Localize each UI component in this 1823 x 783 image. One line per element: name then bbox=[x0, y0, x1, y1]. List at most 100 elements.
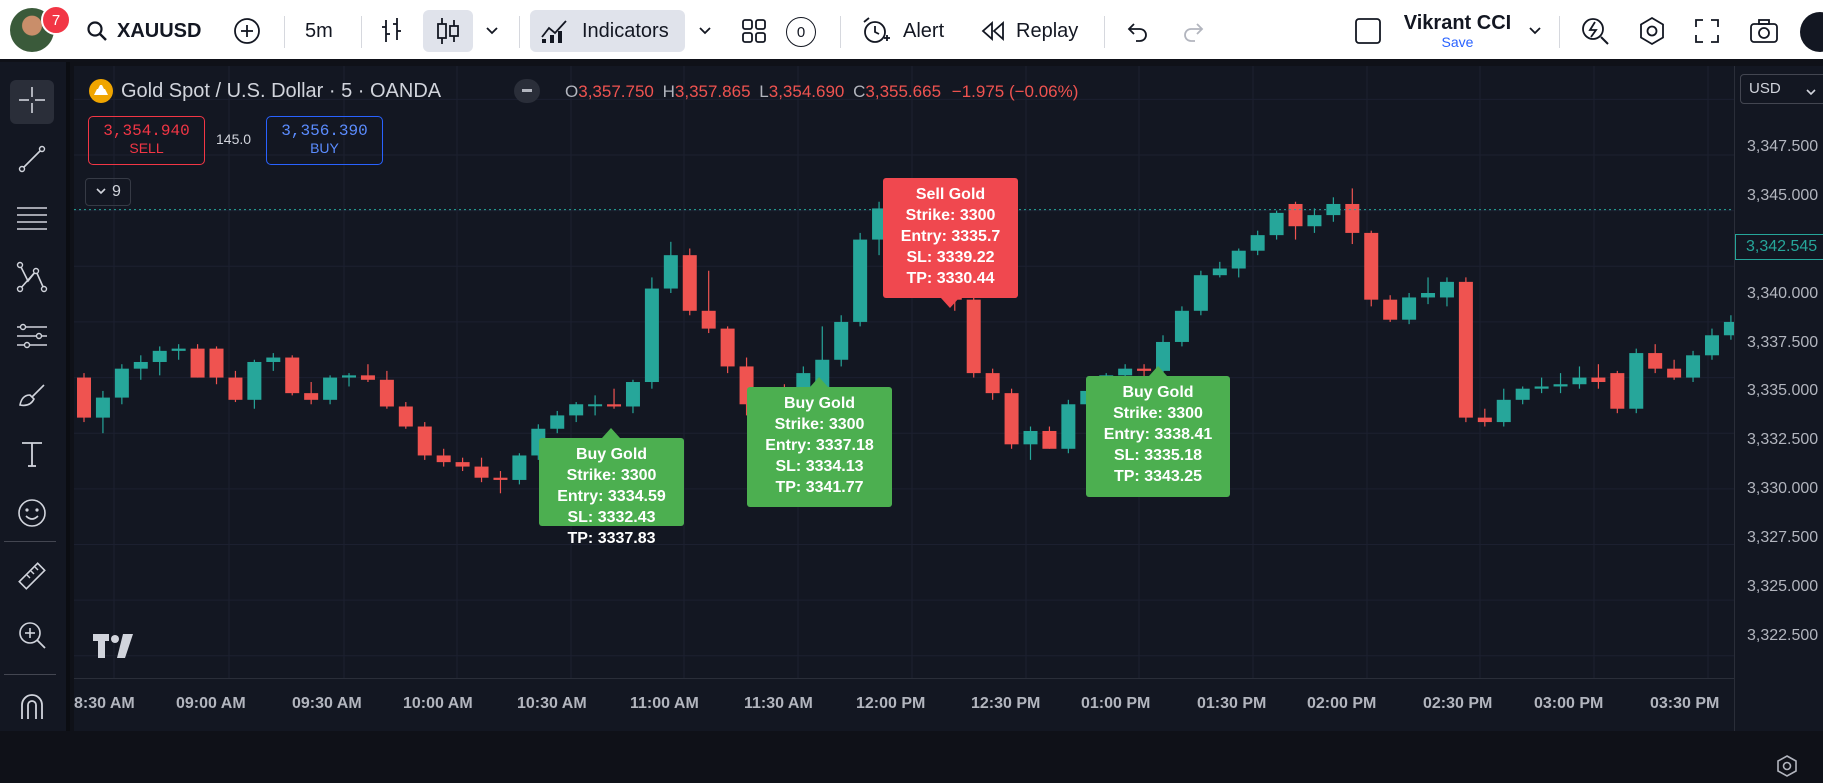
candle bbox=[342, 375, 357, 378]
price-label: 3,337.500 bbox=[1747, 334, 1819, 351]
templates-count[interactable]: 0 bbox=[786, 17, 816, 47]
trend-line-tool[interactable] bbox=[10, 139, 54, 183]
candle bbox=[1193, 275, 1208, 311]
candle bbox=[1439, 281, 1454, 298]
candle bbox=[682, 255, 697, 311]
replay-button[interactable]: Replay bbox=[980, 10, 1078, 52]
candle bbox=[436, 455, 451, 463]
indicators-button[interactable]: Indicators bbox=[530, 10, 685, 52]
redo-button[interactable] bbox=[1181, 10, 1207, 52]
currency-selector[interactable]: USD bbox=[1740, 74, 1823, 104]
ohlc-values: O3,357.750 H3,357.865 L3,354.690 C3,355.… bbox=[565, 82, 1079, 101]
candle bbox=[588, 404, 603, 407]
candle bbox=[77, 377, 91, 418]
compare-symbol-button[interactable] bbox=[233, 10, 261, 52]
text-icon bbox=[18, 439, 46, 474]
measure-tool[interactable] bbox=[10, 556, 54, 600]
magnet-tool[interactable] bbox=[10, 687, 54, 731]
zoom-tool[interactable] bbox=[10, 615, 54, 659]
sliders-icon bbox=[15, 321, 49, 356]
chart-type-dropdown[interactable] bbox=[484, 10, 500, 52]
settings-button[interactable] bbox=[1637, 10, 1667, 52]
fib-retracement-tool[interactable] bbox=[10, 198, 54, 242]
indicators-toggle[interactable]: 9 bbox=[85, 178, 131, 206]
indicators-label: Indicators bbox=[582, 19, 669, 42]
top-toolbar: 7 XAUUSD 5m Indicators 0 Alert Replay Vi… bbox=[0, 0, 1823, 62]
symbol-search[interactable]: XAUUSD bbox=[86, 10, 201, 52]
time-label: 02:30 PM bbox=[1423, 695, 1493, 712]
square-icon bbox=[1354, 17, 1382, 45]
templates-button[interactable] bbox=[741, 10, 767, 52]
chart-pane[interactable] bbox=[74, 66, 1734, 731]
forecast-tool[interactable] bbox=[10, 316, 54, 360]
ruler-icon bbox=[16, 560, 48, 597]
candle bbox=[95, 397, 110, 418]
time-label: 09:00 AM bbox=[176, 695, 246, 712]
crosshair-tool[interactable] bbox=[10, 80, 54, 124]
bar-style-button[interactable] bbox=[380, 10, 404, 52]
fullscreen-icon bbox=[1694, 18, 1720, 44]
candle bbox=[625, 382, 640, 407]
close-value: 3,355.665 bbox=[865, 82, 942, 101]
candlestick-chart[interactable] bbox=[74, 66, 1734, 731]
candle bbox=[1572, 377, 1587, 385]
candle bbox=[1061, 404, 1076, 449]
chart-settings-button[interactable] bbox=[1775, 754, 1799, 783]
undo-button[interactable] bbox=[1124, 10, 1150, 52]
lightning-search-icon bbox=[1580, 16, 1610, 46]
price-axis[interactable]: USD 3,347.500 3,345.000 3,340.000 3,337.… bbox=[1734, 66, 1823, 777]
layout-icon-button[interactable] bbox=[1354, 10, 1382, 52]
hide-legend-button[interactable] bbox=[514, 79, 540, 103]
snapshot-button[interactable] bbox=[1749, 10, 1779, 52]
text-tool[interactable] bbox=[10, 434, 54, 478]
candle bbox=[1345, 203, 1360, 233]
candle bbox=[1231, 250, 1246, 269]
candle bbox=[1591, 377, 1606, 383]
candle bbox=[1534, 386, 1549, 389]
buy-button[interactable]: 3,356.390 BUY bbox=[266, 116, 383, 165]
layout-dropdown[interactable] bbox=[1527, 10, 1543, 52]
chevron-down-icon bbox=[484, 23, 500, 39]
fullscreen-button[interactable] bbox=[1694, 10, 1720, 52]
candles-button[interactable] bbox=[423, 10, 473, 52]
price-label: 3,330.000 bbox=[1747, 480, 1819, 497]
signal-label-sell-1: Sell Gold Strike: 3300 Entry: 3335.7 SL: 33… bbox=[883, 178, 1018, 298]
candle bbox=[1723, 321, 1734, 336]
alert-button[interactable]: Alert bbox=[861, 10, 944, 52]
alarm-clock-icon bbox=[861, 16, 891, 46]
interval-button[interactable]: 5m bbox=[305, 10, 333, 52]
quick-search-button[interactable] bbox=[1580, 10, 1610, 52]
symbol-title[interactable]: Gold Spot / U.S. Dollar · 5 · OANDA bbox=[121, 80, 441, 103]
buy-price: 3,356.390 bbox=[281, 122, 368, 140]
candle bbox=[1288, 203, 1303, 227]
candle bbox=[720, 328, 735, 367]
candle bbox=[1269, 212, 1284, 236]
candle bbox=[834, 321, 849, 360]
time-label: 11:00 AM bbox=[630, 695, 699, 712]
indicators-dropdown[interactable] bbox=[697, 10, 713, 52]
price-label: 3,322.500 bbox=[1747, 627, 1819, 644]
search-icon bbox=[86, 20, 108, 42]
redo-icon bbox=[1181, 20, 1207, 42]
last-price-label: 3,342.545 bbox=[1735, 234, 1823, 260]
brush-tool[interactable] bbox=[10, 375, 54, 419]
price-label: 3,325.000 bbox=[1747, 578, 1819, 595]
time-label: 12:30 PM bbox=[971, 695, 1041, 712]
indicator-count: 9 bbox=[112, 183, 121, 200]
candle bbox=[323, 377, 338, 400]
candle bbox=[701, 310, 716, 329]
layout-name-button[interactable]: Vikrant CCI Save bbox=[1400, 12, 1515, 50]
candle bbox=[1174, 310, 1189, 342]
currency-label: USD bbox=[1749, 80, 1781, 97]
pattern-tool[interactable] bbox=[10, 257, 54, 301]
account-button[interactable] bbox=[1800, 12, 1823, 52]
candle bbox=[1212, 268, 1227, 276]
chevron-down-icon bbox=[1527, 23, 1543, 39]
emoji-tool[interactable] bbox=[10, 493, 54, 537]
magnet-icon bbox=[16, 691, 48, 728]
candle bbox=[417, 426, 432, 456]
rewind-icon bbox=[980, 20, 1006, 42]
candle bbox=[1004, 393, 1019, 445]
sell-button[interactable]: 3,354.940 SELL bbox=[88, 116, 205, 165]
candle bbox=[493, 477, 508, 480]
